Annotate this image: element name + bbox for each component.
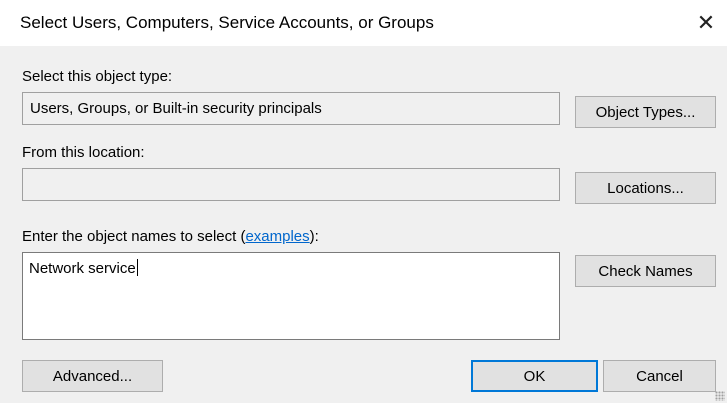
object-names-input[interactable]: Network service xyxy=(22,252,560,340)
close-icon: ✕ xyxy=(696,10,716,35)
object-type-label: Select this object type: xyxy=(22,68,173,85)
text-caret xyxy=(136,259,138,276)
location-label: From this location: xyxy=(22,144,145,161)
check-names-button[interactable]: Check Names xyxy=(575,255,716,287)
close-button[interactable]: ✕ xyxy=(691,8,721,38)
locations-button[interactable]: Locations... xyxy=(575,172,716,204)
cancel-button[interactable]: Cancel xyxy=(603,360,716,392)
object-names-value: Network service xyxy=(29,260,136,277)
object-types-button[interactable]: Object Types... xyxy=(575,96,716,128)
advanced-button[interactable]: Advanced... xyxy=(22,360,163,392)
title-bar: Select Users, Computers, Service Account… xyxy=(0,0,727,46)
examples-link[interactable]: examples xyxy=(245,228,309,245)
select-users-dialog: Select Users, Computers, Service Account… xyxy=(0,0,727,403)
object-type-field: Users, Groups, or Built-in security prin… xyxy=(22,92,560,125)
dialog-title: Select Users, Computers, Service Account… xyxy=(20,13,434,32)
object-type-value: Users, Groups, or Built-in security prin… xyxy=(30,100,322,117)
ok-button[interactable]: OK xyxy=(471,360,598,392)
location-field xyxy=(22,168,560,201)
object-names-label: Enter the object names to select (exampl… xyxy=(22,228,319,245)
object-names-label-prefix: Enter the object names to select ( xyxy=(22,228,246,245)
resize-grip-icon[interactable] xyxy=(715,391,725,401)
object-names-label-suffix: ): xyxy=(309,228,319,245)
dialog-body: Select this object type: Users, Groups, … xyxy=(0,46,727,403)
